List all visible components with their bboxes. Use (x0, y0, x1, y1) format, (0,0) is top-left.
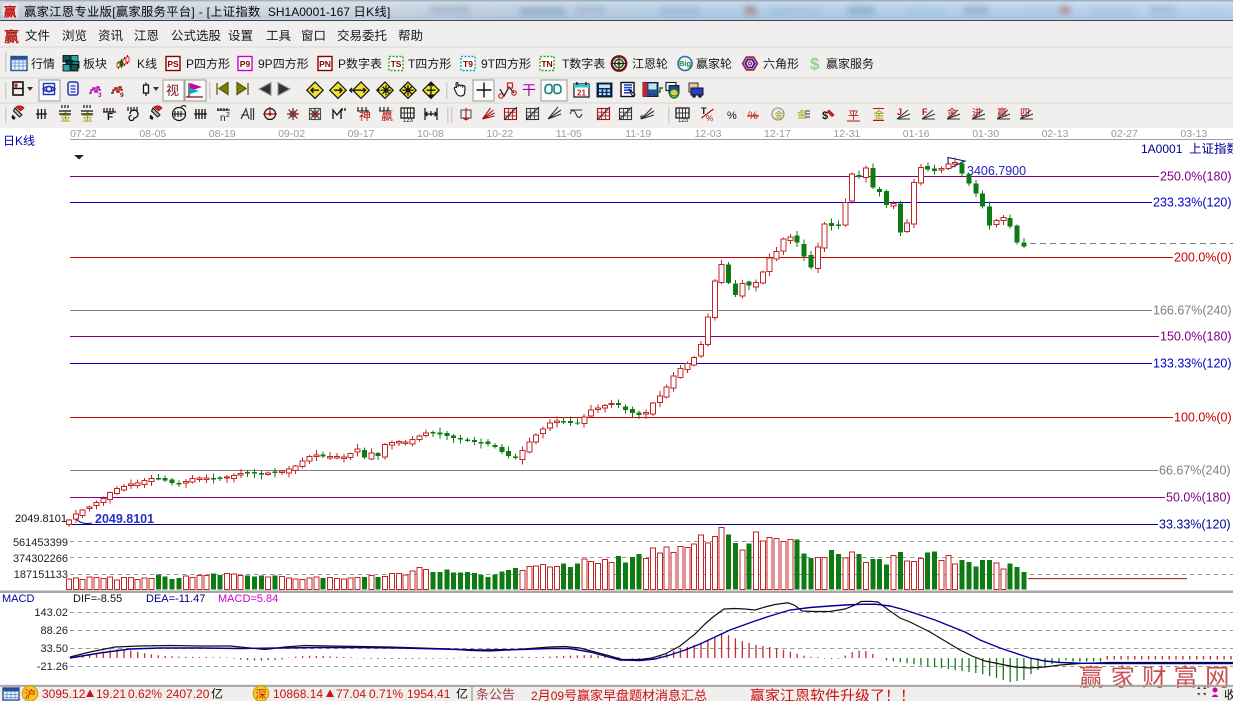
svg-text:50.0%(180): 50.0%(180) (1166, 491, 1231, 505)
svg-text:123: 123 (678, 118, 689, 124)
svg-text:09-17: 09-17 (348, 128, 375, 140)
svg-text:66.67%(240): 66.67%(240) (1159, 464, 1231, 478)
svg-text:166.67%(240): 166.67%(240) (1153, 304, 1232, 318)
svg-text:2049.8101: 2049.8101 (95, 512, 154, 526)
svg-text:9: 9 (120, 92, 124, 99)
svg-text:08-19: 08-19 (209, 128, 236, 140)
svg-text:]: ] (191, 5, 194, 19)
svg-text:3: 3 (98, 92, 102, 99)
svg-text:2: 2 (531, 689, 538, 701)
svg-text:9P: 9P (258, 57, 273, 71)
svg-text:K: K (15, 134, 23, 148)
svg-text:11-05: 11-05 (556, 128, 582, 140)
svg-text:%: % (727, 110, 737, 122)
svg-text:MACD: MACD (2, 593, 34, 605)
svg-text:100.0%(0): 100.0%(0) (1174, 411, 1232, 425)
svg-text:133.33%(120): 133.33%(120) (1153, 357, 1232, 371)
svg-text:1954.41: 1954.41 (407, 687, 451, 701)
svg-text:TN: TN (541, 59, 552, 69)
svg-text:9T: 9T (481, 57, 496, 71)
svg-text:3406.7900: 3406.7900 (967, 164, 1026, 178)
svg-text:08-05: 08-05 (139, 128, 166, 140)
svg-text:01-30: 01-30 (972, 128, 999, 140)
svg-text:11-19: 11-19 (625, 128, 651, 140)
svg-text:$: $ (810, 55, 820, 74)
svg-text:Big: Big (679, 59, 692, 68)
svg-text:DEA=-11.47: DEA=-11.47 (146, 593, 205, 605)
svg-text:10868.14: 10868.14 (273, 687, 323, 701)
svg-text:03-13: 03-13 (1180, 128, 1207, 140)
svg-text:F: F (107, 112, 113, 123)
svg-text:P: P (338, 57, 346, 71)
svg-text:250.0%(180): 250.0%(180) (1160, 170, 1232, 184)
svg-text:123: 123 (403, 118, 414, 124)
svg-text:n: n (220, 113, 226, 124)
svg-text:K: K (137, 57, 145, 71)
svg-text:77.04: 77.04 (336, 687, 366, 701)
svg-text:K: K (366, 5, 374, 19)
svg-text:33.33%(120): 33.33%(120) (1159, 518, 1231, 532)
svg-text:561453399: 561453399 (13, 537, 68, 549)
svg-text:T: T (408, 57, 416, 71)
svg-text:0.71%: 0.71% (369, 687, 403, 701)
svg-text:33.50: 33.50 (40, 643, 68, 655)
svg-text:233.33%(120): 233.33%(120) (1153, 196, 1232, 210)
svg-text:374302266: 374302266 (13, 553, 68, 565)
svg-text:21: 21 (577, 89, 586, 98)
svg-text:143.02: 143.02 (34, 607, 68, 619)
svg-text:-21.26: -21.26 (37, 661, 68, 673)
svg-text:SH1A0001-167: SH1A0001-167 (268, 5, 350, 19)
svg-text:2407.20: 2407.20 (166, 687, 210, 701)
svg-text:10-08: 10-08 (417, 128, 444, 140)
svg-text:1A0001: 1A0001 (1141, 142, 1183, 156)
svg-text:02-27: 02-27 (1111, 128, 1138, 140)
svg-text:MACD=5.84: MACD=5.84 (218, 593, 278, 605)
svg-text:P9: P9 (240, 59, 251, 69)
svg-text:2049.8101: 2049.8101 (15, 513, 67, 525)
svg-text:10-22: 10-22 (486, 128, 513, 140)
svg-text:3095.12: 3095.12 (42, 687, 86, 701)
svg-text:-: - (199, 5, 203, 19)
svg-text:200.0%(0): 200.0%(0) (1174, 251, 1232, 265)
svg-text:PN: PN (319, 59, 331, 69)
svg-text:12-31: 12-31 (833, 128, 860, 140)
svg-text:150.0%(180): 150.0%(180) (1160, 330, 1232, 344)
svg-text:0.62%: 0.62% (128, 687, 162, 701)
svg-text:07-22: 07-22 (70, 128, 97, 140)
svg-text:%: % (706, 114, 713, 123)
svg-text:PS: PS (167, 59, 179, 69)
svg-text:19.21: 19.21 (96, 687, 126, 701)
svg-text:12-17: 12-17 (764, 128, 791, 140)
svg-text:T9: T9 (463, 59, 473, 69)
svg-text:09-02: 09-02 (278, 128, 305, 140)
svg-text:01-16: 01-16 (903, 128, 930, 140)
svg-text:187151133: 187151133 (14, 569, 68, 581)
svg-text:P: P (186, 57, 194, 71)
svg-text:]: ] (387, 5, 390, 19)
svg-text:88.26: 88.26 (40, 625, 68, 637)
svg-text:T: T (562, 57, 570, 71)
svg-text:12-03: 12-03 (695, 128, 722, 140)
svg-text:TS: TS (391, 59, 402, 69)
svg-text:09: 09 (551, 689, 565, 701)
svg-text:02-13: 02-13 (1042, 128, 1069, 140)
svg-text:2: 2 (226, 112, 230, 119)
svg-text:DIF=-8.55: DIF=-8.55 (73, 593, 122, 605)
